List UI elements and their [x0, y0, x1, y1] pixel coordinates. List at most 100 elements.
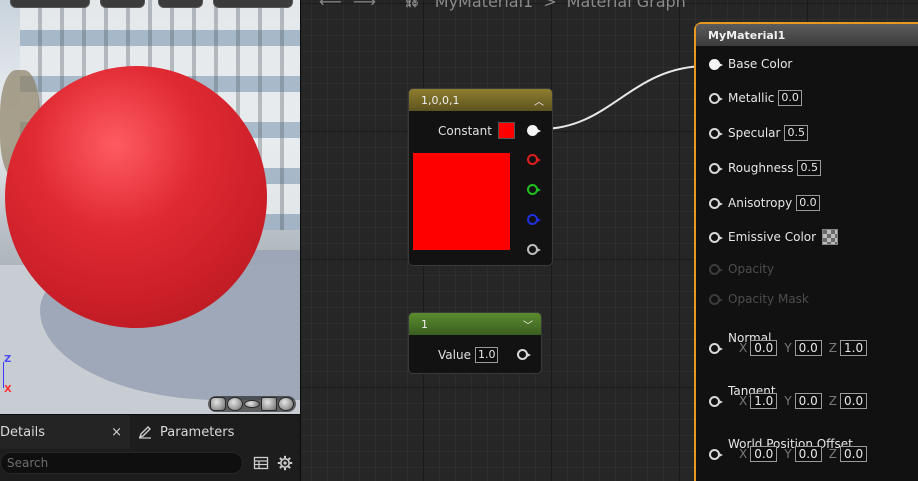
- input-opacity: Opacity: [709, 262, 774, 276]
- constant-vector-node[interactable]: 1,0,0,1 ︿ Constant: [408, 88, 553, 266]
- preview-sphere: [5, 66, 267, 328]
- input-value-field[interactable]: 0.5: [797, 160, 821, 176]
- x-field[interactable]: 1.0: [750, 393, 778, 409]
- input-emissive-color[interactable]: Emissive Color: [709, 229, 839, 245]
- input-base-color[interactable]: Base Color: [709, 57, 792, 71]
- color-preview: [413, 153, 510, 250]
- y-label: Y: [784, 341, 792, 355]
- viewport-options-button[interactable]: [10, 0, 90, 8]
- plane-icon[interactable]: [244, 400, 260, 408]
- input-label: Opacity: [728, 262, 775, 276]
- y-field[interactable]: 0.0: [794, 446, 822, 462]
- r-output-pin[interactable]: [527, 154, 541, 165]
- input-pin[interactable]: [709, 231, 723, 243]
- node-title: MyMaterial1: [708, 28, 786, 42]
- gear-icon[interactable]: [277, 455, 293, 471]
- z-field[interactable]: 1.0: [840, 340, 868, 356]
- x-label: X: [739, 394, 748, 408]
- node-header[interactable]: 1 ﹀: [409, 313, 541, 335]
- breadcrumb: ⟵ ⟶ ⛓ MyMaterial1 > Material Graph: [301, 0, 686, 11]
- tab-details-label: Details: [0, 424, 46, 440]
- tab-details[interactable]: Details ×: [0, 415, 130, 449]
- b-output-pin[interactable]: [527, 214, 541, 225]
- input-metallic[interactable]: Metallic 0.0: [709, 90, 802, 106]
- input-label: Opacity Mask: [728, 292, 809, 306]
- input-anisotropy[interactable]: Anisotropy 0.0: [709, 195, 820, 211]
- preview-shape-bar: [208, 396, 296, 412]
- x-field[interactable]: 0.0: [750, 446, 778, 462]
- x-field[interactable]: 0.0: [750, 340, 778, 356]
- tab-parameters[interactable]: Parameters: [130, 415, 242, 449]
- input-pin[interactable]: [709, 449, 723, 460]
- y-field[interactable]: 0.0: [794, 340, 822, 356]
- x-label: X: [739, 447, 748, 461]
- input-pin[interactable]: [709, 127, 723, 139]
- input-label: Emissive Color: [728, 230, 817, 244]
- a-output-pin[interactable]: [527, 244, 541, 255]
- constant-label: Constant: [438, 123, 492, 138]
- color-picker-swatch[interactable]: [822, 229, 839, 245]
- input-pin[interactable]: [709, 92, 723, 104]
- teapot-icon[interactable]: [278, 397, 294, 411]
- y-field[interactable]: 0.0: [794, 393, 822, 409]
- preview-viewport[interactable]: Z X: [0, 0, 300, 414]
- breadcrumb-material[interactable]: MyMaterial1: [435, 0, 533, 11]
- viewport-view-button[interactable]: [100, 0, 145, 8]
- z-label: Z: [828, 447, 837, 461]
- input-pin[interactable]: [709, 396, 723, 407]
- z-field[interactable]: 0.0: [840, 446, 868, 462]
- collapse-chevron-up-icon[interactable]: ︿: [534, 93, 544, 108]
- z-label: Z: [828, 341, 837, 355]
- back-arrow-icon[interactable]: ⟵: [319, 0, 347, 11]
- scalar-output-pin[interactable]: [517, 349, 531, 360]
- input-specular[interactable]: Specular 0.5: [709, 125, 808, 141]
- cylinder-icon[interactable]: [210, 397, 226, 411]
- input-pin[interactable]: [709, 197, 723, 209]
- viewport-show-button[interactable]: [213, 0, 293, 8]
- input-pin[interactable]: [709, 343, 723, 354]
- y-label: Y: [784, 447, 792, 461]
- node-header[interactable]: MyMaterial1: [696, 24, 918, 46]
- input-value-field[interactable]: 0.5: [784, 125, 808, 141]
- input-label: Base Color: [728, 57, 793, 71]
- table-view-icon[interactable]: [253, 455, 269, 471]
- input-label: Roughness: [728, 161, 794, 175]
- axis-z-label: Z: [4, 354, 12, 365]
- forward-arrow-icon[interactable]: ⟶: [353, 0, 381, 11]
- input-pin[interactable]: [709, 162, 723, 174]
- cube-icon[interactable]: [261, 397, 277, 411]
- input-value-field[interactable]: 0.0: [796, 195, 820, 211]
- color-swatch[interactable]: [497, 122, 515, 139]
- material-editor: Z X Details × Parameters Search ⟵ ⟶ ⛓ My…: [0, 0, 918, 481]
- breadcrumb-graph[interactable]: Material Graph: [567, 0, 686, 11]
- material-result-node[interactable]: MyMaterial1 Base Color Metallic 0.0 Spec…: [694, 22, 918, 481]
- y-label: Y: [784, 394, 792, 408]
- collapse-chevron-down-icon[interactable]: ﹀: [523, 317, 533, 332]
- search-row: Search: [0, 449, 300, 477]
- close-icon[interactable]: ×: [111, 425, 122, 440]
- value-field[interactable]: 1.0: [474, 347, 499, 363]
- details-tabs: Details × Parameters: [0, 415, 300, 449]
- g-output-pin[interactable]: [527, 184, 541, 195]
- scalar-constant-node[interactable]: 1 ﹀ Value 1.0: [408, 312, 542, 374]
- value-label: Value: [438, 348, 471, 362]
- z-field[interactable]: 0.0: [840, 393, 868, 409]
- node-header[interactable]: 1,0,0,1 ︿: [409, 89, 552, 111]
- wpo-vector-fields: X 0.0 Y 0.0 Z 0.0: [739, 446, 874, 462]
- input-roughness[interactable]: Roughness 0.5: [709, 160, 821, 176]
- pencil-icon: [138, 426, 151, 439]
- node-title: 1: [421, 317, 428, 331]
- search-input[interactable]: Search: [0, 452, 243, 474]
- node-title: 1,0,0,1: [421, 93, 460, 107]
- viewport-lit-button[interactable]: [158, 0, 203, 8]
- input-opacity-mask: Opacity Mask: [709, 292, 809, 306]
- input-pin: [709, 263, 723, 275]
- input-pin[interactable]: [709, 58, 723, 70]
- material-graph[interactable]: ⟵ ⟶ ⛓ MyMaterial1 > Material Graph 1,0,0…: [301, 0, 918, 481]
- constant-output-row: Constant: [438, 122, 515, 139]
- tab-parameters-label: Parameters: [160, 424, 235, 440]
- input-value-field[interactable]: 0.0: [778, 90, 802, 106]
- sphere-icon[interactable]: [227, 397, 243, 411]
- axis-x-label: X: [4, 384, 12, 395]
- rgba-output-pin[interactable]: [527, 125, 541, 136]
